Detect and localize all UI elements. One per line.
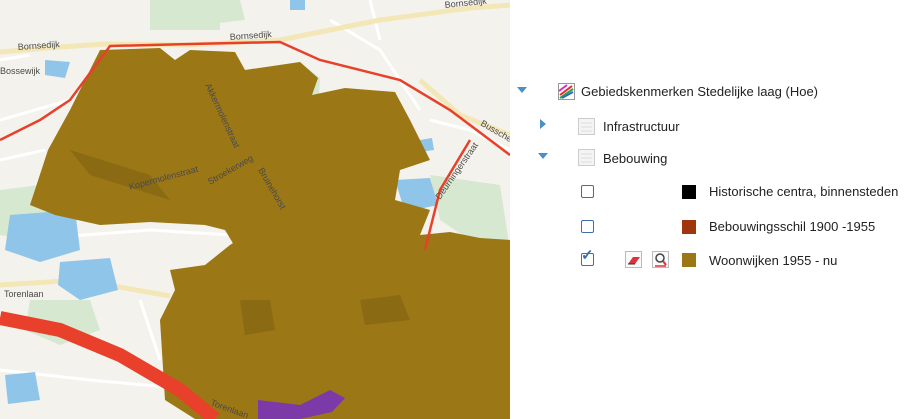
expand-collapse-group[interactable] xyxy=(517,87,529,99)
chevron-down-icon xyxy=(538,153,548,159)
chevron-down-icon xyxy=(517,87,527,93)
layer-icon xyxy=(578,149,595,166)
legend-swatch xyxy=(682,220,696,234)
sublayer-label: Bebouwing xyxy=(603,151,668,166)
zoom-to-layer-icon[interactable] xyxy=(652,251,669,268)
class-row-bebouwingsschil: Bebouwingsschil 1900 -1955 xyxy=(510,217,910,241)
sublayer-row-infrastructuur: Infrastructuur xyxy=(510,114,910,138)
chevron-right-icon xyxy=(540,119,546,129)
map-label: Torenlaan xyxy=(4,289,44,299)
map-view[interactable]: Bornsedijk Bornsedijk Bornsedijk Bossewi… xyxy=(0,0,510,419)
map-label: Bossewijk xyxy=(0,66,41,76)
layer-group-icon xyxy=(558,83,575,100)
legend-group-row: Gebiedskenmerken Stedelijke laag (Hoe) xyxy=(510,80,910,104)
sublayer-row-bebouwing: Bebouwing xyxy=(510,146,910,170)
class-row-historische-centra: Historische centra, binnensteden xyxy=(510,182,910,206)
class-label: Historische centra, binnensteden xyxy=(709,184,899,199)
expand-infrastructuur[interactable] xyxy=(540,119,552,131)
layer-icon xyxy=(578,118,595,135)
legend-swatch xyxy=(682,253,696,267)
checkmark-icon: ✓ xyxy=(581,247,594,264)
layer-legend-panel: Gebiedskenmerken Stedelijke laag (Hoe) I… xyxy=(510,0,910,419)
layer-checkbox[interactable] xyxy=(581,220,594,233)
layer-checkbox[interactable] xyxy=(581,185,594,198)
class-row-woonwijken: ✓ Woonwijken 1955 - nu xyxy=(510,248,910,274)
eraser-icon[interactable] xyxy=(625,251,642,268)
class-label: Bebouwingsschil 1900 -1955 xyxy=(709,219,876,234)
group-title-label: Gebiedskenmerken Stedelijke laag (Hoe) xyxy=(581,84,819,99)
sublayer-label: Infrastructuur xyxy=(603,119,680,134)
layer-checkbox-checked[interactable]: ✓ xyxy=(581,248,594,266)
collapse-bebouwing[interactable] xyxy=(538,153,550,165)
legend-swatch xyxy=(682,185,696,199)
class-label: Woonwijken 1955 - nu xyxy=(709,253,838,268)
